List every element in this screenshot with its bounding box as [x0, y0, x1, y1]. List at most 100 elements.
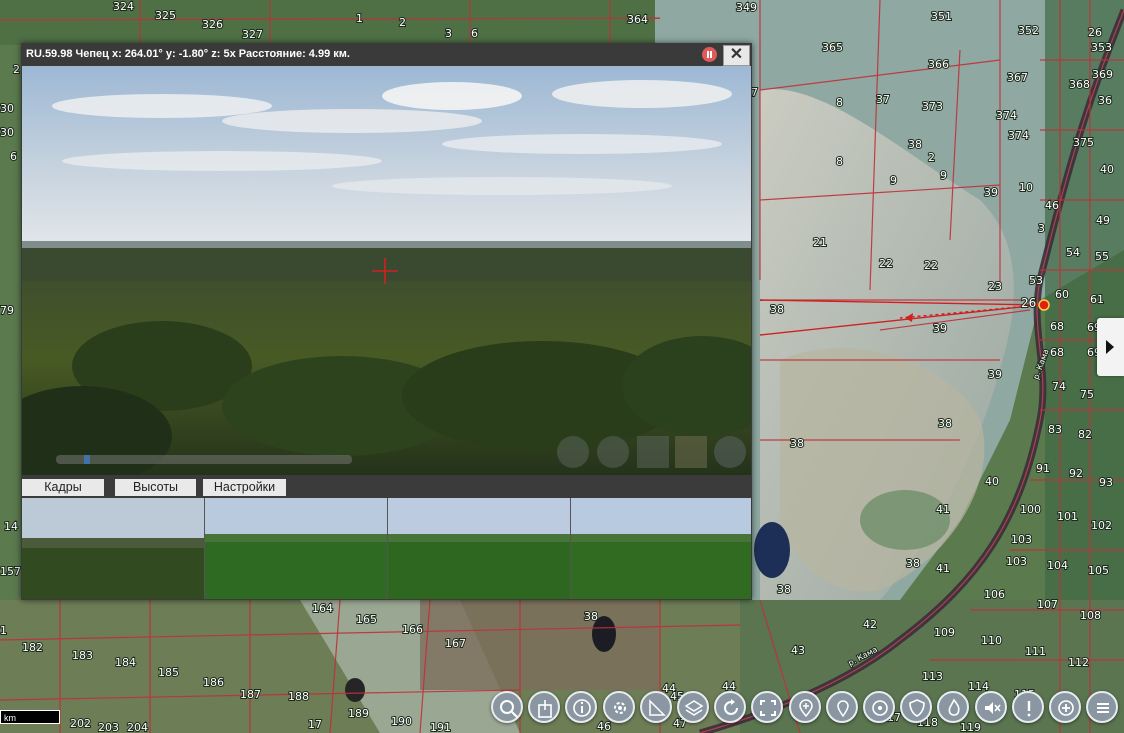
- parcel-number: 105: [1088, 564, 1109, 577]
- camera-title-bar[interactable]: RU.59.98 Чепец x: 264.01° y: -1.80° z: 5…: [21, 43, 752, 66]
- parcel-number: 37: [876, 93, 890, 106]
- mute-button[interactable]: [974, 691, 1007, 723]
- parcel-number: 167: [445, 637, 466, 650]
- pin-add-icon: [798, 699, 813, 718]
- parcel-number: 324: [113, 0, 134, 13]
- parcel-number: 3: [1038, 222, 1045, 235]
- parcel-number: 157: [0, 565, 21, 578]
- camera-live-view[interactable]: [22, 66, 751, 475]
- tab-settings[interactable]: Настройки: [203, 479, 286, 496]
- parcel-number: 102: [1091, 519, 1112, 532]
- refresh-icon[interactable]: [714, 436, 746, 468]
- parcel-number: 38: [790, 437, 804, 450]
- camera-title: RU.59.98 Чепец x: 264.01° y: -1.80° z: 5…: [26, 48, 350, 60]
- parcel-number: 68: [1050, 346, 1064, 359]
- parcel-number: 91: [1036, 462, 1050, 475]
- tab-frames[interactable]: Кадры: [22, 479, 104, 496]
- shield-icon: [909, 699, 925, 717]
- parcel-number: 202: [70, 717, 91, 730]
- camera-site-label: 26: [1021, 296, 1036, 310]
- pause-icon[interactable]: [702, 47, 717, 62]
- parcel-number: 26: [1088, 26, 1102, 39]
- ruler-button[interactable]: [639, 691, 672, 723]
- frame-thumbnail[interactable]: [22, 498, 204, 599]
- gear-icon: [613, 702, 626, 714]
- pin-button[interactable]: [825, 691, 858, 723]
- alert-button[interactable]: [1011, 691, 1044, 723]
- menu-button[interactable]: [1086, 691, 1119, 723]
- parcel-number: 82: [1078, 428, 1092, 441]
- parcel-number: 103: [1006, 555, 1027, 568]
- parcel-number: 23: [988, 280, 1002, 293]
- fullscreen-icon: [760, 700, 777, 716]
- parcel-number: 191: [430, 721, 451, 733]
- parcel-number: 42: [863, 618, 877, 631]
- parcel-number: 349: [736, 1, 757, 14]
- parcel-number: 40: [1100, 163, 1114, 176]
- parcel-number: 326: [202, 18, 223, 31]
- parcel-number: 204: [127, 721, 148, 733]
- focus-icon[interactable]: [597, 436, 629, 468]
- fire-icon: [948, 698, 960, 716]
- parcel-number: 108: [1080, 609, 1101, 622]
- menu-icon: [1097, 703, 1110, 713]
- mute-icon: [984, 702, 1001, 714]
- parcel-number: 364: [627, 13, 648, 26]
- parcel-number: 38: [777, 583, 791, 596]
- frame-icon[interactable]: [637, 436, 669, 468]
- frame-thumbnail[interactable]: [388, 498, 570, 599]
- parcel-number: 39: [933, 322, 947, 335]
- parcel-number: 101: [1057, 510, 1078, 523]
- parcel-number: 164: [312, 602, 333, 615]
- frame-thumbnail[interactable]: [205, 498, 387, 599]
- layers-button[interactable]: [677, 691, 709, 723]
- target-button[interactable]: [863, 691, 895, 723]
- parcel-number: 22: [924, 259, 938, 272]
- parcel-number: 61: [1090, 293, 1104, 306]
- parcel-number: 75: [1080, 388, 1094, 401]
- parcel-number: 352: [1018, 24, 1039, 37]
- search-icon: [500, 700, 518, 718]
- pin-add-button[interactable]: [788, 691, 821, 723]
- refresh-button[interactable]: [714, 691, 747, 723]
- parcel-number: 36: [1098, 94, 1112, 107]
- parcel-number: 9: [890, 174, 897, 187]
- parcel-number: 49: [1096, 214, 1110, 227]
- parcel-number: 38: [908, 138, 922, 151]
- parcel-number: 83: [1048, 423, 1062, 436]
- expand-panel-button[interactable]: [1097, 318, 1124, 376]
- parcel-number: 54: [1066, 246, 1080, 259]
- parcel-number: 10: [1019, 181, 1033, 194]
- parcel-number: 367: [1007, 71, 1028, 84]
- frame-thumbnail[interactable]: [571, 498, 751, 599]
- parcel-number: 119: [960, 721, 981, 733]
- parcel-number: 373: [922, 100, 943, 113]
- timeline-slider[interactable]: [56, 455, 352, 464]
- shield-button[interactable]: [900, 691, 933, 723]
- gear-button[interactable]: [602, 691, 635, 723]
- search-button[interactable]: [491, 691, 523, 723]
- export-button[interactable]: [528, 691, 561, 723]
- close-button[interactable]: ✕: [723, 45, 750, 66]
- parcel-number: 21: [813, 236, 827, 249]
- parcel-number: 1: [356, 12, 363, 25]
- parcel-number: 104: [1047, 559, 1068, 572]
- parcel-number: 109: [934, 626, 955, 639]
- parcel-number: 74: [1052, 380, 1066, 393]
- parcel-number: 38: [906, 557, 920, 570]
- tab-heights[interactable]: Высоты: [115, 479, 196, 496]
- parcel-number: 183: [72, 649, 93, 662]
- zoom-in-button[interactable]: [1049, 691, 1081, 723]
- parcel-number: 189: [348, 707, 369, 720]
- camera-window[interactable]: RU.59.98 Чепец x: 264.01° y: -1.80° z: 5…: [21, 43, 752, 600]
- parcel-number: 1: [0, 624, 7, 637]
- layers-icon: [684, 700, 704, 716]
- target-icon: [872, 700, 888, 716]
- parcel-number: 374: [1008, 129, 1029, 142]
- camera-location-marker[interactable]: [1038, 299, 1050, 311]
- zoom-icon[interactable]: [557, 436, 589, 468]
- alert-icon: [1027, 701, 1031, 717]
- parcel-number: 6: [10, 150, 17, 163]
- parcel-number: 188: [288, 690, 309, 703]
- snapshot-icon[interactable]: [675, 436, 707, 468]
